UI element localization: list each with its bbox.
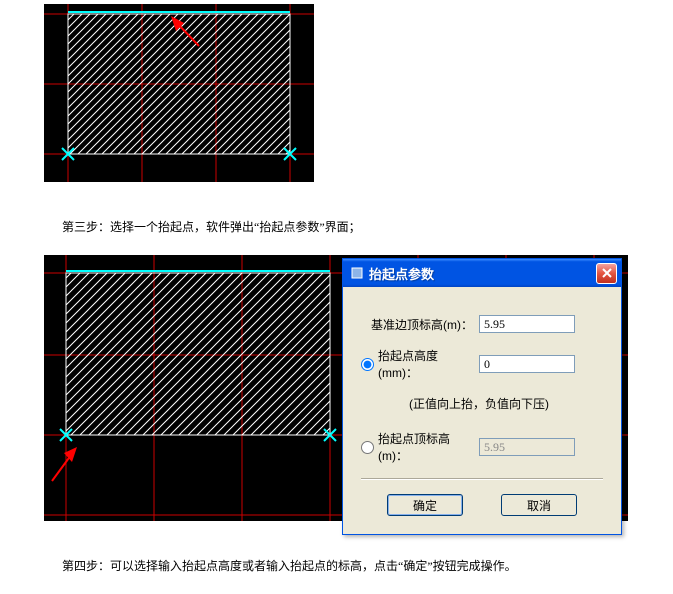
ok-button[interactable]: 确定 bbox=[387, 494, 463, 516]
close-button[interactable] bbox=[596, 263, 617, 284]
dialog-titlebar[interactable]: 抬起点参数 bbox=[343, 259, 621, 287]
lift-point-dialog: 抬起点参数 基准边顶标高(m)： 抬起点高度(mm)： (正值向上抬，负值向下压… bbox=[342, 258, 622, 535]
base-elevation-label: 基准边顶标高(m)： bbox=[361, 316, 479, 333]
dialog-title: 抬起点参数 bbox=[369, 264, 596, 283]
lift-height-label: 抬起点高度(mm)： bbox=[378, 347, 473, 381]
close-icon bbox=[602, 268, 612, 278]
lift-elevation-radio[interactable] bbox=[361, 441, 374, 454]
lift-elevation-input bbox=[479, 438, 575, 456]
cad-canvas-1 bbox=[44, 4, 314, 182]
cad-canvas-2: 抬起点参数 基准边顶标高(m)： 抬起点高度(mm)： (正值向上抬，负值向下压… bbox=[44, 255, 628, 521]
step-3-text: 第三步：选择一个抬起点，软件弹出“抬起点参数”界面； bbox=[62, 218, 673, 235]
dialog-icon bbox=[349, 265, 365, 281]
step-4-text: 第四步：可以选择输入抬起点高度或者输入抬起点的标高，点击“确定”按钮完成操作。 bbox=[62, 557, 673, 574]
dialog-divider bbox=[361, 478, 603, 480]
cad-drawing-1 bbox=[44, 4, 314, 182]
lift-height-input[interactable] bbox=[479, 355, 575, 373]
dialog-body: 基准边顶标高(m)： 抬起点高度(mm)： (正值向上抬，负值向下压) 抬起点顶… bbox=[343, 287, 621, 534]
lift-height-radio[interactable] bbox=[361, 358, 374, 371]
lift-height-note: (正值向上抬，负值向下压) bbox=[409, 395, 603, 412]
cancel-button[interactable]: 取消 bbox=[501, 494, 577, 516]
base-elevation-input[interactable] bbox=[479, 315, 575, 333]
lift-elevation-label: 抬起点顶标高(m)： bbox=[378, 430, 473, 464]
